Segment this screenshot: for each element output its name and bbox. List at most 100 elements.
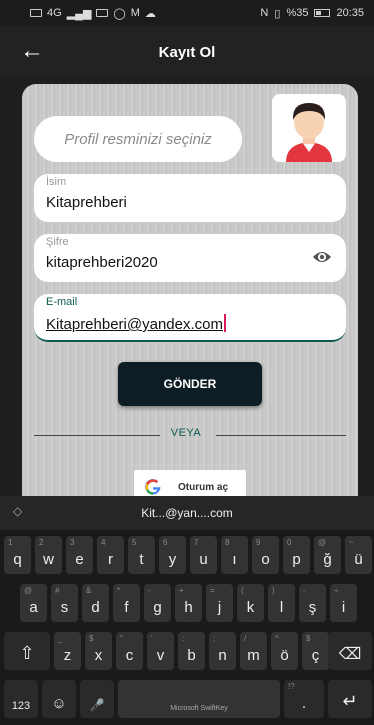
backspace-key[interactable]: ⌫ (328, 632, 372, 670)
suggestion-text[interactable]: Kit...@yan....com (141, 506, 233, 520)
key-label: h (184, 599, 193, 616)
key-label: e (75, 551, 84, 568)
key-row2-9[interactable]: -ş (299, 584, 326, 622)
status-bar: 4G ▂▄▆ ◯ M ☁ N ▯ %35 20:35 (0, 0, 374, 26)
key-label: p (292, 551, 301, 568)
key-hint: $ (89, 634, 94, 643)
key-label: ç (311, 647, 320, 664)
key-row1-3[interactable]: 4r (97, 536, 124, 574)
key-label: q (13, 551, 22, 568)
name-value: Kitaprehberi (46, 194, 127, 211)
key-hint: _ (58, 634, 63, 643)
key-row3-3[interactable]: ' v (147, 632, 174, 670)
key-label: k (246, 599, 255, 616)
email-label: E-mail (46, 296, 78, 308)
key-row3-2[interactable]: " c (116, 632, 143, 670)
key-hint: = (210, 586, 215, 595)
eye-icon[interactable] (312, 249, 332, 265)
punctuation-key[interactable]: !? . (284, 680, 324, 718)
name-field[interactable]: İsim Kitaprehberi (34, 174, 346, 222)
key-row2-6[interactable]: = j (206, 584, 233, 622)
emoji-icon: ☺ (51, 695, 67, 712)
key-row1-4[interactable]: 5t (128, 536, 155, 574)
key-label: r (108, 551, 113, 568)
key-hint: 1 (8, 538, 13, 547)
key-row3-0[interactable]: _ z (54, 632, 81, 670)
shift-icon: ⇧ (19, 643, 35, 663)
key-row3-4[interactable]: :b (178, 632, 205, 670)
backspace-icon: ⌫ (338, 646, 362, 663)
key-hint: 6 (163, 538, 168, 547)
key-row3-6[interactable]: / m (240, 632, 267, 670)
key-label: n (218, 647, 227, 664)
signal-text: 4G (47, 7, 62, 19)
key-row2-7[interactable]: (k (237, 584, 264, 622)
key-hint: ~ (349, 538, 354, 547)
key-row1-5[interactable]: 6y (159, 536, 186, 574)
back-arrow-icon[interactable]: ← (20, 38, 44, 64)
emoji-key[interactable]: ☺ (42, 680, 76, 718)
key-row3-7[interactable]: ^ ö (271, 632, 298, 670)
mic-key[interactable]: 🎤 (80, 680, 114, 718)
app-bar: ← Kayıt Ol (0, 26, 374, 78)
key-label: c (125, 647, 134, 664)
message-icon (96, 9, 109, 17)
key-row3-1[interactable]: $ x (85, 632, 112, 670)
key-label: y (168, 551, 177, 568)
key-row1-11[interactable]: ~ ü (345, 536, 372, 574)
key-row1-10[interactable]: @ ğ (314, 536, 341, 574)
email-field[interactable]: E-mail Kitaprehberi@yandex.com (34, 294, 346, 342)
key-row2-2[interactable]: & d (82, 584, 109, 622)
google-signin-label: Oturum aç (178, 482, 229, 493)
key-row1-2[interactable]: 3e (66, 536, 93, 574)
key-hint: 2 (39, 538, 44, 547)
enter-key[interactable]: ↵ (328, 680, 372, 718)
numbers-key-label: 123 (11, 700, 31, 712)
period-label: . (301, 695, 307, 712)
key-label: ö (280, 647, 289, 664)
key-label: j (217, 599, 222, 616)
key-row1-7[interactable]: 8ı (221, 536, 248, 574)
name-label: İsim (46, 176, 67, 188)
key-label: i (341, 599, 346, 616)
numbers-key[interactable]: 123 (4, 680, 38, 718)
key-row2-4[interactable]: -g (144, 584, 171, 622)
key-row2-10[interactable]: ÷ i (330, 584, 357, 622)
space-key[interactable]: Microsoft SwiftKey (118, 680, 280, 718)
notification-icon (30, 9, 42, 17)
avatar[interactable] (272, 94, 346, 162)
profile-picture-button[interactable]: Profil resminizi seçiniz (34, 116, 242, 162)
key-hint: * (117, 586, 121, 595)
suggestion-bar: ◇ Kit...@yan....com (0, 496, 374, 530)
key-hint: 0 (287, 538, 292, 547)
enter-icon: ↵ (342, 691, 358, 711)
send-button[interactable]: GÖNDER (118, 362, 262, 406)
google-signin-button[interactable]: Oturum aç (134, 470, 246, 496)
key-row1-8[interactable]: 9o (252, 536, 279, 574)
chevron-icon[interactable]: ◇ (13, 504, 22, 518)
key-row1-0[interactable]: 1q (4, 536, 31, 574)
key-row1-9[interactable]: 0p (283, 536, 310, 574)
key-row2-8[interactable]: ) l (268, 584, 295, 622)
mic-icon: 🎤 (89, 698, 105, 712)
key-hint: ) (272, 586, 275, 595)
key-row2-1[interactable]: # s (51, 584, 78, 622)
key-row1-6[interactable]: 7u (190, 536, 217, 574)
key-label: v (156, 647, 165, 664)
key-row2-3[interactable]: * f (113, 584, 140, 622)
divider-right (216, 435, 346, 436)
key-row2-0[interactable]: @ a (20, 584, 47, 622)
key-row1-1[interactable]: 2w (35, 536, 62, 574)
shift-key[interactable]: ⇧ (4, 632, 50, 670)
email-text: Kitaprehberi@yandex.com (46, 316, 223, 333)
key-hint: 7 (194, 538, 199, 547)
key-row2-5[interactable]: + h (175, 584, 202, 622)
key-row3-8[interactable]: $ ç (302, 632, 329, 670)
key-hint: $ (306, 634, 311, 643)
text-cursor (223, 314, 226, 332)
key-label: l (279, 599, 284, 616)
password-field[interactable]: Şifre kitaprehberi2020 (34, 234, 346, 282)
gmail-icon: M (130, 7, 140, 19)
key-row3-5[interactable]: ; n (209, 632, 236, 670)
password-value: kitaprehberi2020 (46, 254, 158, 271)
